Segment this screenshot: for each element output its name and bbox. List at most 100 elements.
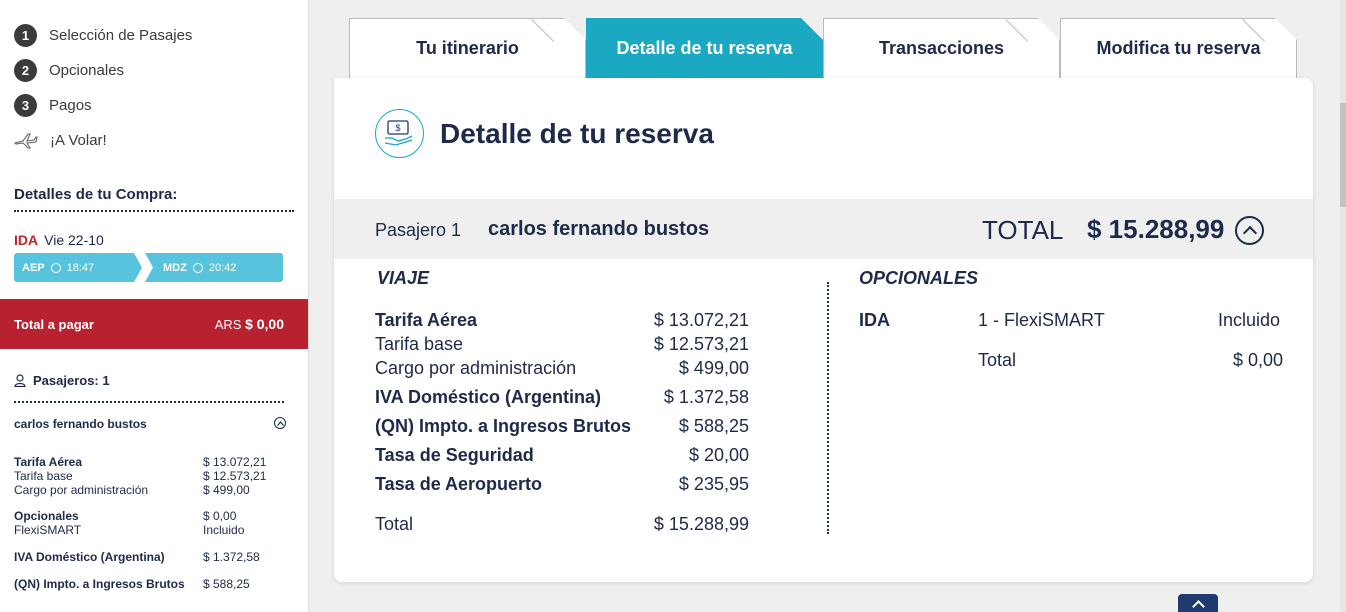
money-hand-icon: $: [375, 109, 424, 158]
viaje-label: Tasa de Seguridad: [375, 445, 534, 465]
dest-code: MDZ: [163, 261, 187, 274]
step-seleccion[interactable]: 1 Selección de Pasajes: [14, 18, 294, 53]
compra-title: Detalles de tu Compra:: [14, 186, 294, 212]
opcionales-total-label: Total: [978, 350, 1017, 370]
fare-row: Tarifa base $ 12.573,21: [14, 469, 286, 483]
sidebar-pax-name: carlos fernando bustos: [14, 417, 147, 431]
user-icon: [14, 374, 26, 388]
ida-date: Vie 22-10: [44, 232, 104, 248]
scrollbar-thumb[interactable]: [1340, 103, 1346, 207]
opcionales-item: 1 - FlexiSMART: [978, 310, 1105, 330]
step-label: Pagos: [49, 97, 92, 114]
opcionales-total-value: $ 0,00: [1233, 350, 1284, 370]
viaje-label: Total: [375, 514, 414, 534]
viaje-value: $ 20,00: [688, 445, 749, 465]
viaje-row: (QN) Impto. a Ingresos Brutos $ 588,25: [375, 416, 749, 437]
reserva-card: $ Detalle de tu reserva Pasajero 1 carlo…: [334, 78, 1313, 582]
origin-segment: AEP 18:47: [14, 253, 142, 282]
origin-code: AEP: [22, 261, 45, 274]
main-content: Tu itinerario Detalle de tu reserva Tran…: [310, 0, 1340, 612]
destination-segment: MDZ 20:42: [145, 253, 283, 282]
currency: ARS: [214, 317, 242, 332]
step-number: 1: [14, 24, 37, 47]
viaje-title: VIAJE: [377, 268, 430, 288]
ida-row: IDA Vie 22-10: [14, 232, 294, 248]
fare-value: $ 1.372,58: [203, 550, 260, 564]
airplane-icon: [14, 131, 38, 151]
card-header: $ Detalle de tu reserva: [375, 109, 714, 158]
fare-row: Tarifa Aérea $ 13.072,21: [14, 455, 286, 469]
step-pagos[interactable]: 3 Pagos: [14, 88, 294, 123]
sidebar: 1 Selección de Pasajes 2 Opcionales 3 Pa…: [0, 0, 309, 612]
viaje-value: $ 13.072,21: [653, 310, 749, 330]
total-label: TOTAL: [982, 215, 1064, 245]
fare-label: Opcionales: [14, 509, 79, 523]
fare-value: $ 12.573,21: [203, 469, 267, 483]
step-opcionales[interactable]: 2 Opcionales: [14, 53, 294, 88]
viaje-total-row: Total $ 15.288,99: [375, 514, 749, 535]
fare-value: $ 0,00: [203, 509, 237, 523]
page-scrollbar[interactable]: [1340, 0, 1346, 612]
step-label: Selección de Pasajes: [49, 27, 193, 44]
fare-label: IVA Doméstico (Argentina): [14, 550, 165, 564]
passenger-bar[interactable]: Pasajero 1 carlos fernando bustos TOTAL …: [334, 199, 1313, 259]
chevron-up-icon[interactable]: [1235, 216, 1264, 245]
steps-list: 1 Selección de Pasajes 2 Opcionales 3 Pa…: [0, 0, 308, 158]
scroll-to-top-button[interactable]: [1178, 594, 1218, 612]
viaje-label: Cargo por administración: [375, 358, 577, 378]
step-a-volar[interactable]: ¡A Volar!: [14, 123, 294, 158]
fare-label: FlexiSMART: [14, 523, 82, 537]
amount: $ 0,00: [245, 316, 284, 332]
tab-detalle-reserva[interactable]: Detalle de tu reserva: [586, 18, 823, 78]
viaje-row: Tasa de Seguridad $ 20,00: [375, 445, 749, 466]
fare-row: FlexiSMART Incluido: [14, 523, 286, 537]
viaje-row: Cargo por administración $ 499,00: [375, 358, 749, 379]
viaje-value: $ 12.573,21: [653, 334, 749, 354]
dest-time: 20:42: [208, 261, 237, 274]
tab-transacciones[interactable]: Transacciones: [823, 18, 1060, 78]
column-divider: [827, 282, 829, 534]
fare-value: Incluido: [203, 523, 245, 537]
viaje-value: $ 235,95: [678, 474, 749, 494]
svg-text:$: $: [395, 123, 400, 133]
card-title: Detalle de tu reserva: [440, 117, 714, 149]
viaje-value: $ 499,00: [678, 358, 749, 378]
fare-value: $ 499,00: [203, 483, 250, 497]
clock-icon: [51, 263, 61, 273]
passenger-name: carlos fernando bustos: [488, 218, 710, 240]
total-pagar-amount: ARS $ 0,00: [215, 316, 284, 332]
opcionales-title: OPCIONALES: [859, 268, 979, 288]
viaje-value: $ 15.288,99: [653, 514, 749, 534]
tab-itinerario[interactable]: Tu itinerario: [349, 18, 586, 78]
viaje-row: Tarifa base $ 12.573,21: [375, 334, 749, 355]
viaje-label: IVA Doméstico (Argentina): [375, 387, 602, 407]
viaje-label: Tarifa base: [375, 334, 464, 354]
sidebar-fare-list: Tarifa Aérea $ 13.072,21 Tarifa base $ 12.…: [14, 455, 286, 591]
viaje-row: IVA Doméstico (Argentina) $ 1.372,58: [375, 387, 749, 408]
total-pagar-bar: Total a pagar ARS $ 0,00: [0, 299, 308, 349]
step-number: 3: [14, 94, 37, 117]
tab-modifica-reserva[interactable]: Modifica tu reserva: [1060, 18, 1297, 78]
fare-label: Tarifa Aérea: [14, 455, 83, 469]
fare-value: $ 588,25: [203, 577, 250, 591]
origin-time: 18:47: [66, 261, 95, 274]
fare-label: (QN) Impto. a Ingresos Brutos: [14, 577, 185, 591]
fare-row: (QN) Impto. a Ingresos Brutos $ 588,25: [14, 577, 286, 591]
tab-bar: Tu itinerario Detalle de tu reserva Tran…: [349, 18, 1297, 78]
pasajeros-header: Pasajeros: 1: [14, 373, 284, 403]
fare-row: IVA Doméstico (Argentina) $ 1.372,58: [14, 550, 286, 564]
viaje-label: Tasa de Aeropuerto: [375, 474, 543, 494]
passenger-label: Pasajero 1: [375, 220, 462, 240]
fare-label: Cargo por administración: [14, 483, 149, 497]
chevron-up-icon[interactable]: [274, 417, 286, 429]
viaje-row: Tarifa Aérea $ 13.072,21: [375, 310, 749, 331]
fare-row: Cargo por administración $ 499,00: [14, 483, 286, 497]
fare-label: Tarifa base: [14, 469, 73, 483]
viaje-row: Tasa de Aeropuerto $ 235,95: [375, 474, 749, 495]
fare-value: $ 13.072,21: [203, 455, 267, 469]
pasajeros-title: Pasajeros: 1: [33, 373, 110, 388]
viaje-value: $ 1.372,58: [663, 387, 749, 407]
sidebar-pax-row[interactable]: carlos fernando bustos: [14, 417, 286, 431]
viaje-label: Tarifa Aérea: [375, 310, 478, 330]
step-number: 2: [14, 59, 37, 82]
